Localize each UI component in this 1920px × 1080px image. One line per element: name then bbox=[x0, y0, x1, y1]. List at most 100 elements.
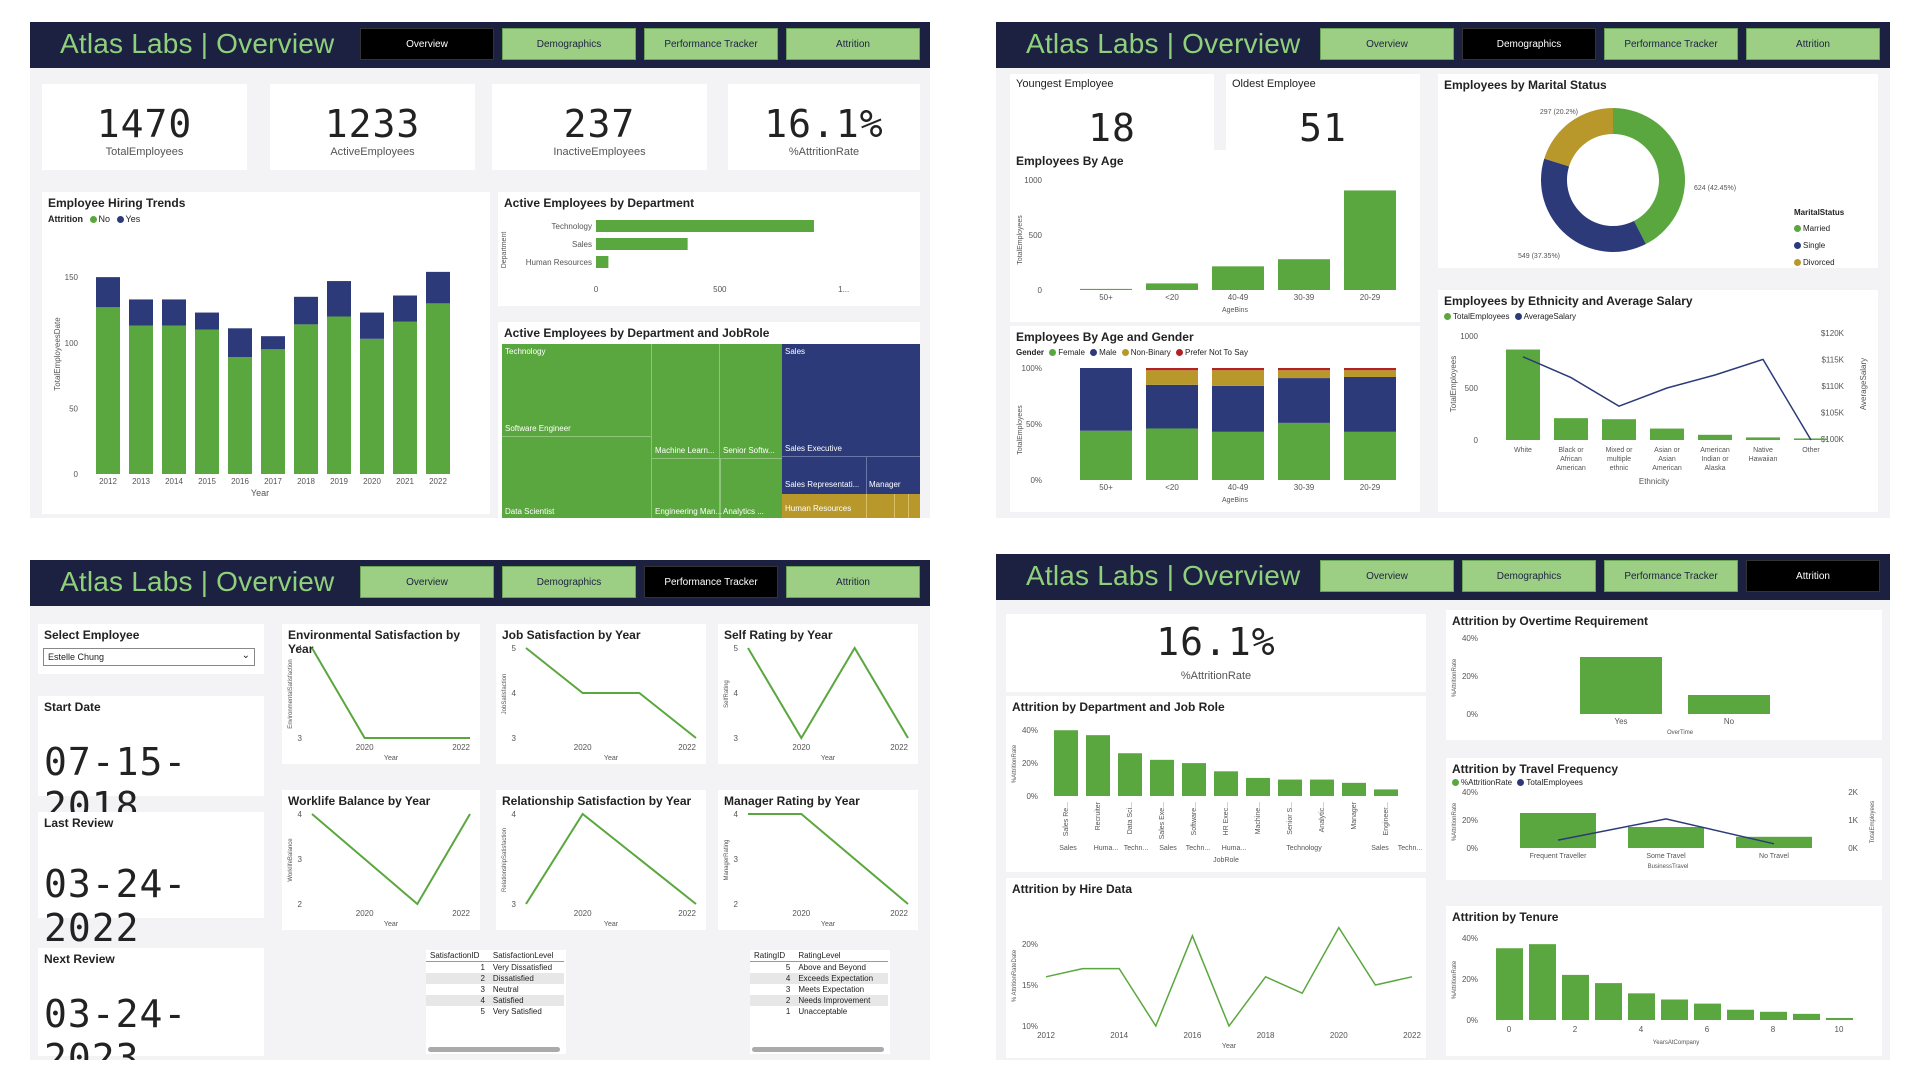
x-tick-label: 2020 bbox=[356, 743, 374, 752]
x-tick-label: multiple bbox=[1607, 456, 1631, 463]
tab-performance-tracker[interactable]: Performance Tracker bbox=[1604, 560, 1738, 592]
tab-demographics[interactable]: Demographics bbox=[502, 566, 636, 598]
y-tick-label: 0 bbox=[1474, 436, 1479, 445]
x-tick-label: 2014 bbox=[165, 477, 183, 486]
x-tick-label: No bbox=[1724, 717, 1735, 726]
header-bar: Atlas Labs | Overview Overview Demograph… bbox=[30, 560, 930, 606]
y-axis-label: %AttritionRate bbox=[1452, 658, 1458, 697]
employees-by-age-chart: 1000 500 0 TotalEmployees 50+ <20 40-49 30-39 20… bbox=[1017, 176, 1396, 314]
dept-bar bbox=[596, 220, 814, 232]
x-tick-label: 6 bbox=[1705, 1025, 1710, 1034]
y-axis-label: JobSatisfaction bbox=[502, 674, 508, 715]
legend-dot-icon bbox=[1452, 779, 1459, 787]
tab-attrition[interactable]: Attrition bbox=[1746, 560, 1880, 592]
attrition-role-bar bbox=[1374, 789, 1398, 796]
tab-attrition[interactable]: Attrition bbox=[1746, 28, 1880, 60]
tab-overview[interactable]: Overview bbox=[1320, 28, 1454, 60]
segment-female bbox=[1344, 431, 1396, 480]
treemap-label: Human Resources bbox=[785, 504, 852, 513]
tab-demographics[interactable]: Demographics bbox=[1462, 560, 1596, 592]
employee-dropdown[interactable]: Estelle Chung ⌄ bbox=[43, 648, 255, 666]
tab-performance-tracker[interactable]: Performance Tracker bbox=[1604, 28, 1738, 60]
tab-performance-tracker[interactable]: Performance Tracker bbox=[644, 28, 778, 60]
dept-group-label: Sales bbox=[1059, 845, 1077, 852]
treemap-sales-block[interactable] bbox=[782, 344, 920, 494]
chart-title: Employees By Age bbox=[1016, 154, 1124, 168]
tab-performance-tracker[interactable]: Performance Tracker bbox=[644, 566, 778, 598]
bar-yes bbox=[360, 312, 384, 339]
legend-male: Male bbox=[1099, 348, 1117, 357]
x-tick-label: Some Travel bbox=[1646, 853, 1686, 860]
chart-title: Attrition by Hire Data bbox=[1012, 882, 1133, 896]
table-cell: Dissatisfied bbox=[488, 973, 564, 984]
legend-total: TotalEmployees bbox=[1453, 312, 1510, 321]
legend-female: Female bbox=[1058, 348, 1085, 357]
tab-attrition[interactable]: Attrition bbox=[786, 28, 920, 60]
kpi-label: %AttritionRate bbox=[1180, 670, 1252, 682]
y-tick-label: 3 bbox=[734, 734, 739, 743]
table-scrollbar[interactable] bbox=[428, 1047, 560, 1052]
x-tick-label: Hawaiian bbox=[1749, 456, 1778, 463]
treemap-label: Software Engineer bbox=[505, 424, 571, 433]
bar-no bbox=[327, 316, 351, 474]
treemap-label: Senior Softw... bbox=[723, 446, 775, 455]
header-bar: Atlas Labs | Overview Overview Demograph… bbox=[996, 22, 1890, 68]
hiring-trends-card: Employee Hiring Trends Attrition No Yes … bbox=[42, 192, 490, 514]
table-cell: 2 bbox=[426, 973, 489, 984]
travel-bar bbox=[1628, 827, 1704, 848]
y-axis-label: Department bbox=[501, 232, 508, 269]
tenure-bar bbox=[1694, 1003, 1721, 1020]
attrition-role-bar bbox=[1310, 779, 1334, 796]
table-body: 5 Above and Beyond 4 Exceeds Expectation 3 Me… bbox=[750, 962, 888, 1018]
table-cell: Needs Improvement bbox=[794, 995, 888, 1006]
selected-employee: Estelle Chung bbox=[48, 652, 105, 662]
x-axis-label: YearsAtCompany bbox=[1653, 1040, 1699, 1046]
y-tick-label: 5 bbox=[512, 644, 517, 653]
tenure-bar bbox=[1562, 974, 1589, 1020]
date-value: 03-24-2023 bbox=[44, 992, 188, 1060]
kpi-value: 16.1% bbox=[764, 102, 884, 146]
y-tick-label: Human Resources bbox=[526, 258, 592, 267]
age-bar bbox=[1212, 266, 1264, 290]
legend-dot-icon bbox=[1794, 242, 1801, 250]
bar-no bbox=[426, 303, 450, 474]
table-scrollbar[interactable] bbox=[752, 1047, 884, 1052]
dept-group-label: Techn... bbox=[1124, 845, 1149, 852]
attrition-role-bar bbox=[1150, 759, 1174, 796]
x-tick-label: 2020 bbox=[792, 909, 810, 918]
slice-label: 297 (20.2%) bbox=[1540, 109, 1578, 116]
tab-demographics[interactable]: Demographics bbox=[502, 28, 636, 60]
tab-overview[interactable]: Overview bbox=[360, 566, 494, 598]
x-tick-label: <20 bbox=[1165, 483, 1179, 492]
x-tick-label: 2022 bbox=[678, 909, 696, 918]
legend-dot-icon bbox=[1049, 349, 1057, 357]
x-tick-label: 2022 bbox=[429, 477, 447, 486]
x-tick-label: Mixed or bbox=[1606, 447, 1634, 454]
segment-female bbox=[1146, 428, 1198, 480]
treemap-divider bbox=[652, 458, 782, 459]
y-tick-label: 2 bbox=[298, 900, 303, 909]
slice-label: 624 (42.45%) bbox=[1694, 185, 1736, 192]
attrition-role-bar bbox=[1278, 779, 1302, 796]
age-bar bbox=[1278, 259, 1330, 290]
chart-title: Attrition by Travel Frequency bbox=[1452, 762, 1619, 776]
bar-no bbox=[129, 325, 153, 474]
tab-attrition[interactable]: Attrition bbox=[786, 566, 920, 598]
tab-bar: Overview Demographics Performance Tracke… bbox=[360, 28, 920, 60]
slice-label: 549 (37.35%) bbox=[1518, 253, 1560, 260]
segment-non-binary bbox=[1146, 370, 1198, 385]
segment-prefer-not-to-say bbox=[1344, 368, 1396, 371]
app-title: Atlas Labs | Overview bbox=[1026, 28, 1301, 59]
table-body: 1 Very Dissatisfied 2 Dissatisfied 3 Neutral 4… bbox=[426, 962, 564, 1018]
legend-single: Single bbox=[1803, 241, 1826, 250]
treemap-divider bbox=[894, 494, 895, 518]
tab-overview[interactable]: Overview bbox=[360, 28, 494, 60]
y-tick-label: 20% bbox=[1022, 759, 1038, 768]
tab-overview[interactable]: Overview bbox=[1320, 560, 1454, 592]
table-cell: 3 bbox=[480, 985, 485, 994]
tab-demographics[interactable]: Demographics bbox=[1462, 28, 1596, 60]
tenure-bar bbox=[1496, 948, 1523, 1020]
treemap-label: Data Scientist bbox=[505, 507, 555, 516]
overtime-bar bbox=[1688, 695, 1770, 714]
y-tick-label: 20% bbox=[1462, 975, 1478, 984]
